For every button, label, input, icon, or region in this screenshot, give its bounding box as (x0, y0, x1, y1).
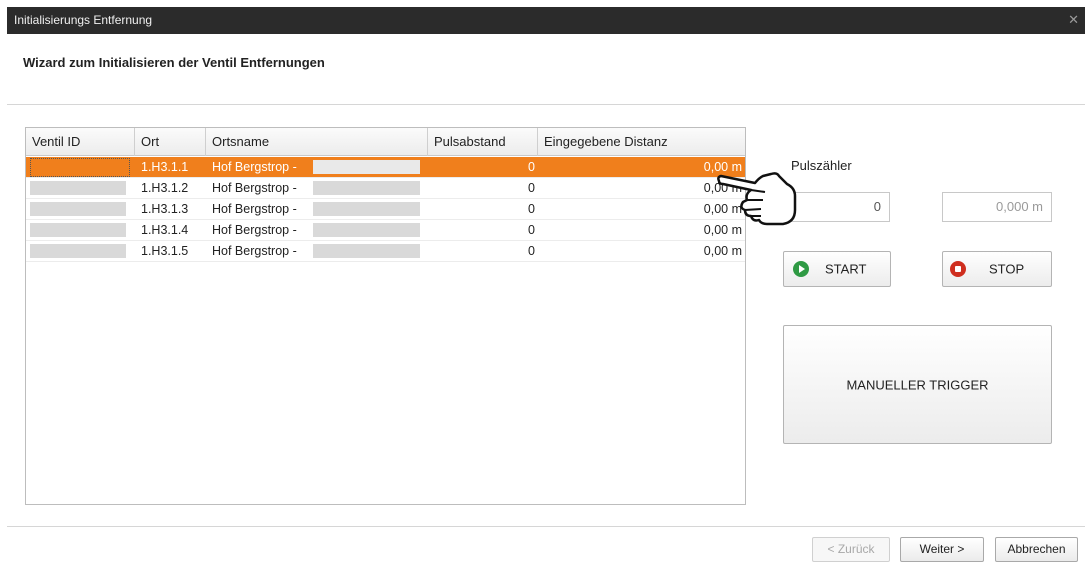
pulsabstand-cell: 0 (528, 223, 535, 237)
ortsname-cell: Hof Bergstrop - (212, 160, 297, 174)
redacted-name (313, 202, 420, 216)
start-button[interactable]: START (783, 251, 891, 287)
ortsname-cell: Hof Bergstrop - (212, 181, 297, 195)
pointing-hand-icon (717, 172, 797, 226)
pulsabstand-cell: 0 (528, 202, 535, 216)
table-row[interactable]: 1.H3.1.5 Hof Bergstrop - 0 0,00 m (26, 241, 745, 262)
ventil-id-cell (30, 158, 130, 177)
ort-cell: 1.H3.1.5 (141, 244, 189, 258)
distanz-cell[interactable]: 0,00 m (704, 241, 742, 262)
window-titlebar: Initialisierungs Entfernung ✕ (0, 0, 1085, 34)
pulsabstand-cell: 0 (528, 181, 535, 195)
ort-cell: 1.H3.1.3 (141, 202, 189, 216)
redacted-name (313, 181, 420, 195)
footer-divider (7, 526, 1085, 527)
stop-icon (950, 261, 966, 277)
cancel-button[interactable]: Abbrechen (995, 537, 1078, 562)
stop-button-label: STOP (989, 261, 1025, 277)
wizard-header: Wizard zum Initialisieren der Ventil Ent… (7, 34, 1085, 104)
titlebar-strip: Initialisierungs Entfernung ✕ (7, 7, 1085, 34)
window-title: Initialisierungs Entfernung (14, 13, 153, 27)
wizard-heading: Wizard zum Initialisieren der Ventil Ent… (23, 55, 325, 70)
column-header-ort[interactable]: Ort (135, 128, 206, 156)
manual-trigger-button[interactable]: MANUELLER TRIGGER (783, 325, 1052, 444)
pulsabstand-cell: 0 (528, 244, 535, 258)
redacted-ventil-id (30, 181, 126, 195)
table-header: Ventil ID Ort Ortsname Pulsabstand Einge… (26, 128, 745, 156)
manual-trigger-label: MANUELLER TRIGGER (846, 377, 989, 392)
redacted-ventil-id (30, 202, 126, 216)
ortsname-cell: Hof Bergstrop - (212, 244, 297, 258)
redacted-ventil-id (30, 244, 126, 258)
redacted-name (313, 223, 420, 237)
valve-table[interactable]: Ventil ID Ort Ortsname Pulsabstand Einge… (25, 127, 746, 505)
column-header-ventil-id[interactable]: Ventil ID (26, 128, 135, 156)
ort-cell: 1.H3.1.1 (141, 160, 189, 174)
table-row[interactable]: 1.H3.1.3 Hof Bergstrop - 0 0,00 m (26, 199, 745, 220)
ortsname-cell: Hof Bergstrop - (212, 223, 297, 237)
table-row[interactable]: 1.H3.1.4 Hof Bergstrop - 0 0,00 m (26, 220, 745, 241)
ort-cell: 1.H3.1.4 (141, 223, 189, 237)
redacted-name (313, 244, 420, 258)
pulsabstand-cell: 0 (528, 160, 535, 174)
start-icon (793, 261, 809, 277)
column-header-ortsname[interactable]: Ortsname (206, 128, 428, 156)
close-icon[interactable]: ✕ (1068, 12, 1079, 28)
ortsname-cell: Hof Bergstrop - (212, 202, 297, 216)
column-header-eingegebene-distanz[interactable]: Eingegebene Distanz (538, 128, 745, 156)
back-button[interactable]: < Zurück (812, 537, 890, 562)
start-button-label: START (825, 261, 867, 277)
redacted-name (313, 160, 420, 174)
table-row[interactable]: 1.H3.1.1 Hof Bergstrop - 0 0,00 m (26, 157, 745, 178)
table-row[interactable]: 1.H3.1.2 Hof Bergstrop - 0 0,00 m (26, 178, 745, 199)
stop-button[interactable]: STOP (942, 251, 1052, 287)
header-divider (7, 104, 1085, 105)
distance-field[interactable]: 0,000 m (942, 192, 1052, 222)
column-header-pulsabstand[interactable]: Pulsabstand (428, 128, 538, 156)
redacted-ventil-id (30, 223, 126, 237)
ort-cell: 1.H3.1.2 (141, 181, 189, 195)
next-button[interactable]: Weiter > (900, 537, 984, 562)
